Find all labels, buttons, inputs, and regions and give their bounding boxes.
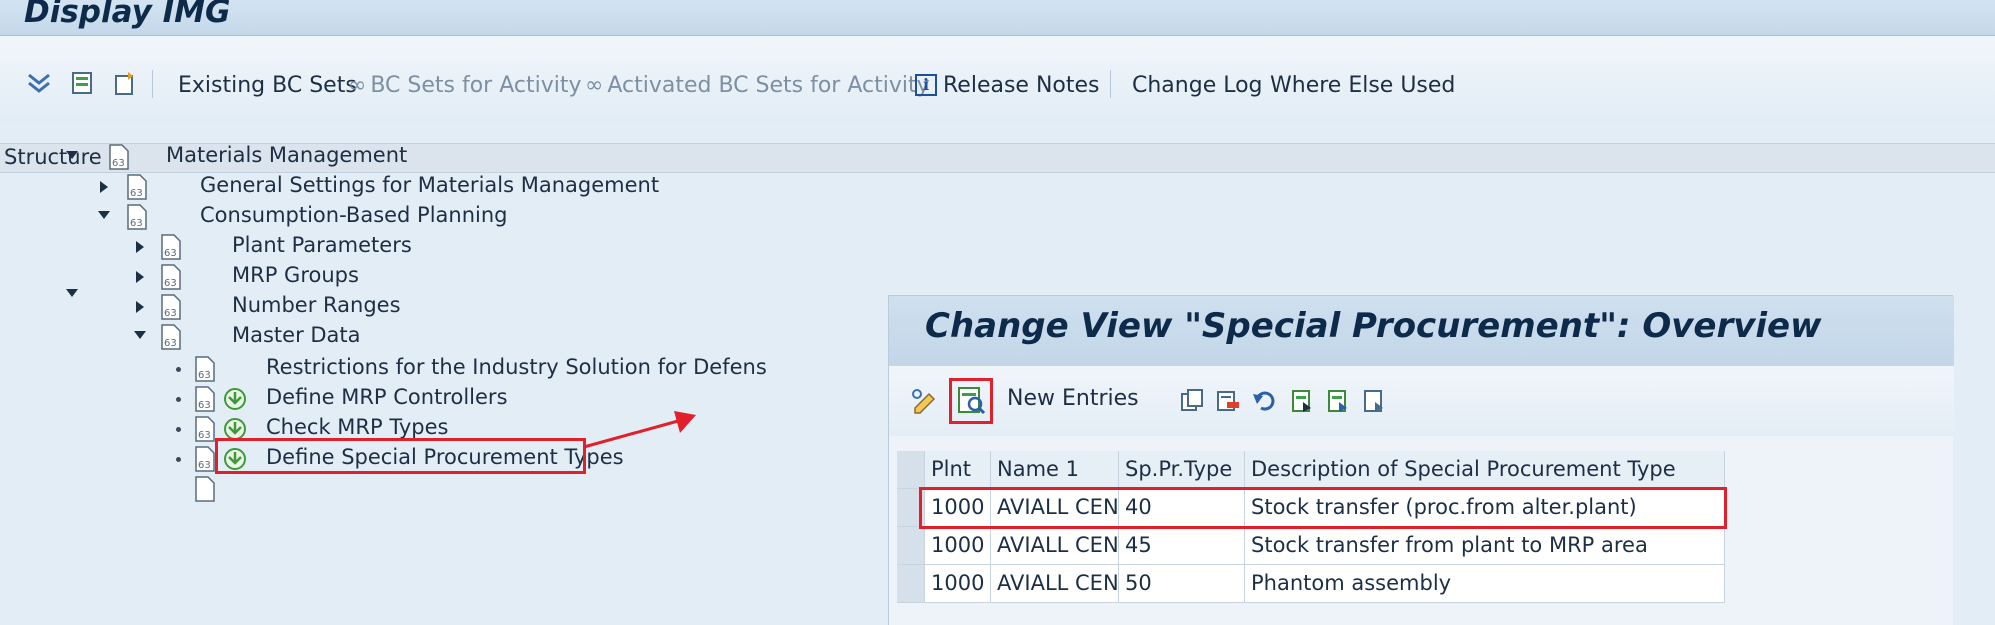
delete-icon[interactable] <box>1215 388 1241 414</box>
new-entries-button[interactable]: New Entries <box>1007 386 1139 411</box>
toolbar-separator <box>152 70 153 98</box>
document-icon: 63 <box>127 174 147 200</box>
dialog-toolbar: New Entries <box>889 366 1954 436</box>
row-selector[interactable] <box>897 527 925 565</box>
column-header-name[interactable]: Name 1 <box>991 451 1119 489</box>
document-icon: 63 <box>195 386 215 412</box>
highlight-box <box>215 438 586 474</box>
bullet-icon <box>176 397 181 402</box>
toolbar-separator <box>1110 70 1111 98</box>
bc-sets-for-activity-label: BC Sets for Activity <box>370 72 582 98</box>
execute-icon[interactable] <box>222 386 248 412</box>
where-else-used-label: Where Else Used <box>1270 72 1456 98</box>
row-selector[interactable] <box>897 565 925 603</box>
dialog-title: Change View "Special Procurement": Overv… <box>925 306 1822 346</box>
row-highlight-box <box>919 487 1727 529</box>
info-icon: i <box>915 74 937 96</box>
deselect-all-icon[interactable] <box>1361 388 1387 414</box>
expand-arrow-icon[interactable] <box>134 331 146 339</box>
dialog-title-bar: Change View "Special Procurement": Overv… <box>889 296 1954 366</box>
tree-item-label: Consumption-Based Planning <box>200 203 508 227</box>
document-icon: 63 <box>127 204 147 230</box>
cell-name[interactable]: AVIALL CEN… <box>991 565 1119 603</box>
tree-item-label: Define MRP Controllers <box>266 385 508 409</box>
link-icon: ∞ <box>348 72 367 98</box>
document-icon: 63 <box>161 264 181 290</box>
bullet-icon <box>176 367 181 372</box>
page-title: Display IMG <box>24 0 231 30</box>
document-icon <box>195 476 215 502</box>
cell-sp-pr-type[interactable]: 50 <box>1119 565 1245 603</box>
tree-item-label: Check MRP Types <box>266 415 449 439</box>
cell-plnt[interactable]: 1000 <box>925 565 991 603</box>
where-used-icon[interactable] <box>68 66 98 100</box>
copy-as-icon[interactable] <box>1179 388 1205 414</box>
tree-item-label: MRP Groups <box>232 263 359 287</box>
display-change-icon[interactable] <box>909 386 943 416</box>
select-all-cell[interactable] <box>897 451 925 489</box>
title-bar: Display IMG <box>0 0 1995 36</box>
tree-item-label: Restrictions for the Industry Solution f… <box>266 355 767 379</box>
cell-description[interactable]: Stock transfer from plant to MRP area <box>1245 527 1725 565</box>
expand-arrow-icon[interactable] <box>136 241 144 253</box>
select-all-icon[interactable] <box>1289 388 1315 414</box>
column-header-description[interactable]: Description of Special Procurement Type <box>1245 451 1725 489</box>
expand-arrow-icon[interactable] <box>100 181 108 193</box>
release-notes-label: Release Notes <box>943 72 1100 98</box>
table-row[interactable]: 1000 AVIALL CEN… 45 Stock transfer from … <box>897 527 1952 565</box>
tree-item-label: Plant Parameters <box>232 233 412 257</box>
document-icon: 63 <box>195 446 215 472</box>
copy-icon[interactable] <box>110 66 140 100</box>
activated-bc-sets-label: Activated BC Sets for Activity <box>607 72 930 98</box>
activated-bc-sets-button[interactable]: ∞ Activated BC Sets for Activity <box>585 68 930 102</box>
column-header-sp-pr-type[interactable]: Sp.Pr.Type <box>1119 451 1245 489</box>
undo-icon[interactable] <box>1251 388 1277 414</box>
expand-arrow-icon[interactable] <box>66 151 78 159</box>
document-icon: 63 <box>195 416 215 442</box>
table-row[interactable]: 1000 AVIALL CEN… 50 Phantom assembly <box>897 565 1952 603</box>
svg-text:63: 63 <box>164 338 177 349</box>
cell-description[interactable]: Phantom assembly <box>1245 565 1725 603</box>
details-icon[interactable] <box>955 384 987 416</box>
tree-item-label: Master Data <box>232 323 361 347</box>
change-log-label: Change Log <box>1132 72 1263 98</box>
arrow-annotation-icon <box>583 411 696 449</box>
tree-item-label: Materials Management <box>166 143 408 167</box>
where-else-used-button[interactable]: Where Else Used <box>1270 68 1455 102</box>
expand-arrow-icon[interactable] <box>136 271 144 283</box>
expand-arrow-icon[interactable] <box>98 211 110 219</box>
document-icon: 63 <box>161 294 181 320</box>
tree-item-label: General Settings for Materials Managemen… <box>200 173 660 197</box>
table-header-row: Plnt Name 1 Sp.Pr.Type Description of Sp… <box>897 451 1952 489</box>
bullet-icon <box>176 457 181 462</box>
bc-sets-for-activity-button[interactable]: ∞ BC Sets for Activity <box>348 68 582 102</box>
release-notes-button[interactable]: i Release Notes <box>915 68 1100 102</box>
cell-sp-pr-type[interactable]: 45 <box>1119 527 1245 565</box>
change-view-dialog: Change View "Special Procurement": Overv… <box>888 295 1954 625</box>
cell-name[interactable]: AVIALL CEN… <box>991 527 1119 565</box>
document-icon: 63 <box>161 324 181 350</box>
change-log-button[interactable]: Change Log <box>1132 68 1263 102</box>
column-header-plnt[interactable]: Plnt <box>925 451 991 489</box>
bullet-icon <box>176 427 181 432</box>
expand-all-icon[interactable] <box>24 66 54 100</box>
link-icon: ∞ <box>585 72 604 98</box>
tree-item-label: Number Ranges <box>232 293 401 317</box>
existing-bc-sets-label: Existing BC Sets <box>178 72 357 98</box>
document-icon: 63 <box>109 144 129 170</box>
expand-arrow-icon[interactable] <box>136 301 144 313</box>
document-icon: 63 <box>195 356 215 382</box>
existing-bc-sets-button[interactable]: Existing BC Sets <box>178 68 357 102</box>
cell-plnt[interactable]: 1000 <box>925 527 991 565</box>
select-block-icon[interactable] <box>1325 388 1351 414</box>
document-icon: 63 <box>161 234 181 260</box>
